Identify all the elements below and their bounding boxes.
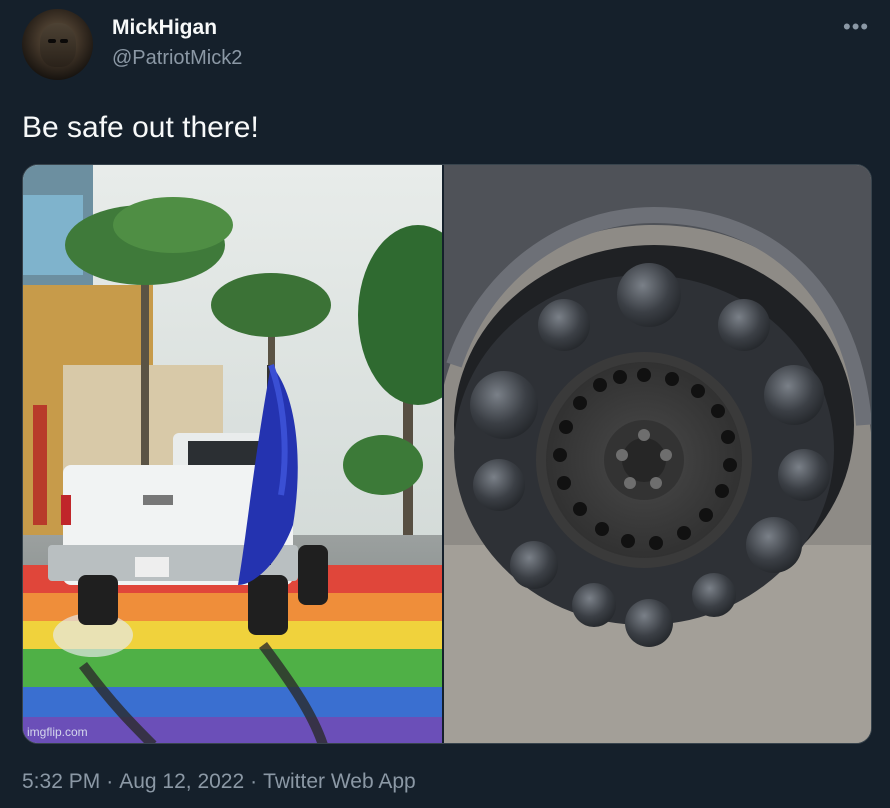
media-photo-truck[interactable]: imgflip.com [23, 165, 443, 743]
avatar[interactable] [22, 9, 93, 80]
avatar-face [40, 23, 76, 67]
tweet-media[interactable]: imgflip.com [22, 164, 872, 744]
tweet-time[interactable]: 5:32 PM [22, 770, 100, 794]
media-photo-tire[interactable] [444, 165, 871, 743]
author-display-name[interactable]: MickHigan [112, 16, 217, 40]
tweet-date[interactable]: Aug 12, 2022 [119, 770, 244, 794]
tweet-meta: 5:32 PM · Aug 12, 2022 · Twitter Web App [22, 770, 416, 794]
avatar-eye [60, 39, 68, 43]
tweet-source[interactable]: Twitter Web App [263, 770, 416, 794]
avatar-eye [48, 39, 56, 43]
meta-separator: · [250, 770, 258, 793]
more-dots-icon[interactable]: ••• [843, 14, 869, 40]
tweet-text: Be safe out there! [22, 111, 259, 144]
author-handle[interactable]: @PatriotMick2 [112, 47, 242, 70]
media-watermark: imgflip.com [27, 725, 88, 739]
truck-photo [23, 165, 443, 743]
meta-separator: · [106, 770, 114, 793]
tire-photo [444, 165, 871, 743]
